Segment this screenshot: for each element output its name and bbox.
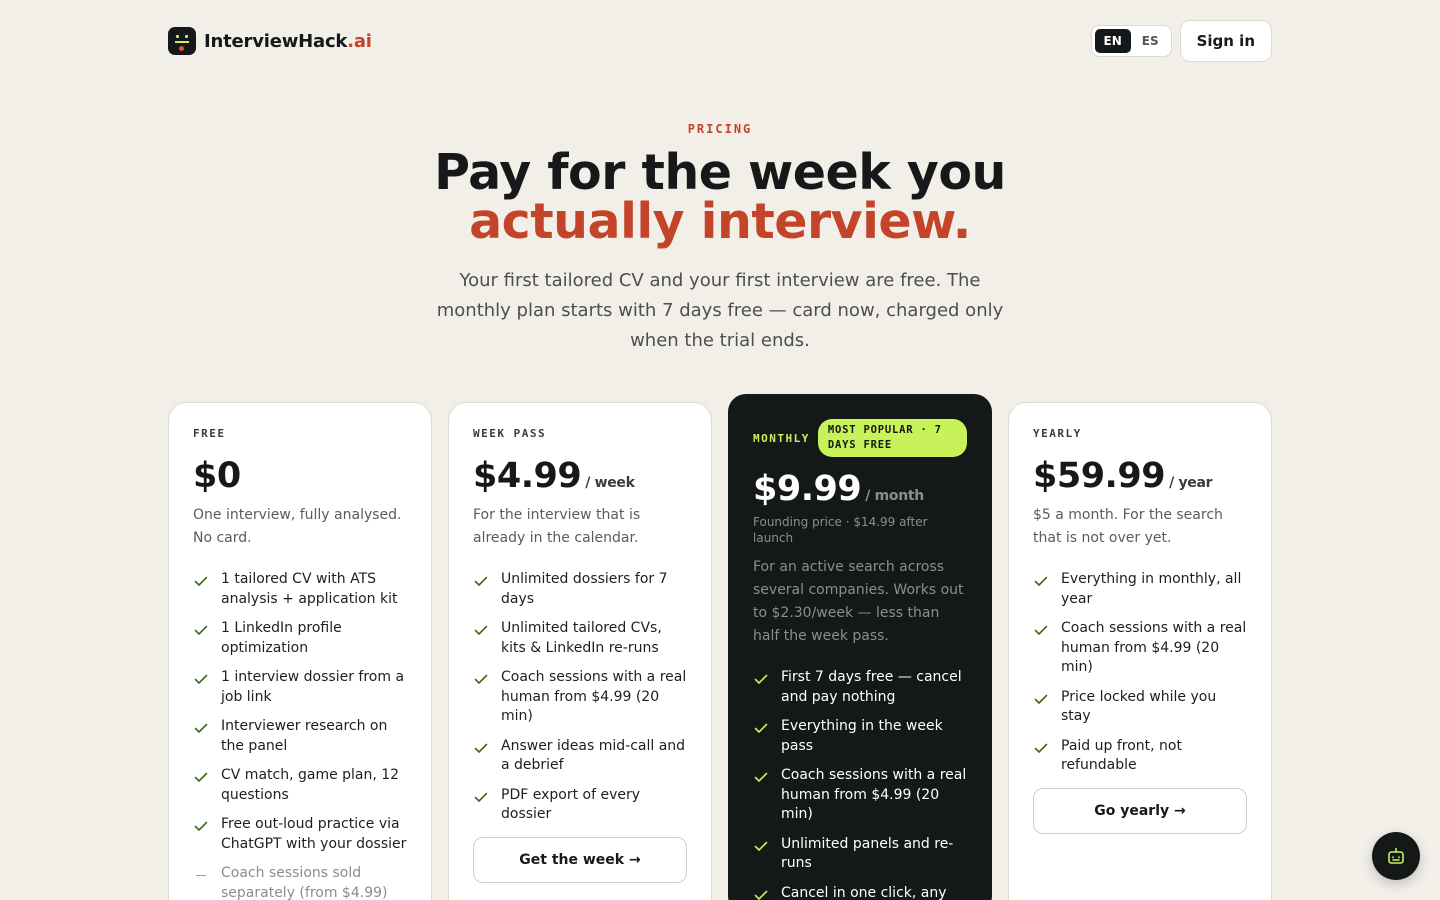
feature-item: Everything in the week pass [753, 717, 967, 756]
get-week-button[interactable]: Get the week → [473, 836, 687, 883]
feature-item: Free out-loud practice via ChatGPT with … [193, 815, 407, 854]
plan-name: YEARLY [1033, 427, 1082, 440]
check-icon [193, 818, 209, 834]
plan-description: $5 a month. For the search that is not o… [1033, 507, 1223, 546]
check-icon [1033, 573, 1049, 589]
feature-item: Coach sessions with a real human from $4… [473, 668, 687, 727]
plan-price: $0 [193, 456, 241, 496]
feature-item: PDF export of every dossier [473, 786, 687, 825]
check-icon [193, 622, 209, 638]
feature-item: Unlimited tailored CVs, kits & LinkedIn … [473, 619, 687, 658]
lang-option-en[interactable]: EN [1094, 29, 1131, 53]
check-icon [193, 720, 209, 736]
feature-item-excluded: Coach sessions sold separately (from $4.… [193, 864, 407, 900]
feature-item: Answer ideas mid-call and a debrief [473, 737, 687, 776]
check-icon [193, 671, 209, 687]
feature-item: Coach sessions with a real human from $4… [1033, 619, 1247, 678]
dash-icon [193, 867, 209, 883]
feature-item: Interviewer research on the panel [193, 717, 407, 756]
plan-card-week-pass: WEEK PASS $4.99 / week For the interview… [448, 402, 712, 900]
brand-name: InterviewHack.ai [204, 30, 372, 52]
check-icon [473, 573, 489, 589]
plan-period: / month [865, 488, 924, 504]
feature-item: 1 tailored CV with ATS analysis + applic… [193, 570, 407, 609]
lang-option-es[interactable]: ES [1133, 29, 1168, 53]
feature-item: Price locked while you stay [1033, 688, 1247, 727]
founding-price-note: Founding price · $14.99 after launch [753, 515, 928, 545]
go-yearly-button[interactable]: Go yearly → [1033, 787, 1247, 834]
section-eyebrow: PRICING [687, 122, 753, 136]
headline-line-2: actually interview. [469, 193, 971, 250]
feature-list: Unlimited dossiers for 7 days Unlimited … [473, 570, 687, 825]
check-icon [193, 769, 209, 785]
check-icon [473, 671, 489, 687]
check-icon [473, 622, 489, 638]
check-icon [473, 789, 489, 805]
feature-item: CV match, game plan, 12 questions [193, 766, 407, 805]
check-icon [753, 887, 769, 900]
check-icon [1033, 740, 1049, 756]
plan-period: / year [1169, 475, 1213, 491]
feature-item: 1 LinkedIn profile optimization [193, 619, 407, 658]
check-icon [753, 720, 769, 736]
plan-card-monthly: MONTHLY MOST POPULAR · 7 DAYS FREE $9.99… [728, 394, 992, 900]
assistant-fab[interactable] [1372, 832, 1420, 880]
most-popular-badge: MOST POPULAR · 7 DAYS FREE [817, 419, 967, 457]
plan-name: FREE [193, 427, 226, 440]
check-icon [1033, 691, 1049, 707]
check-icon [1033, 622, 1049, 638]
feature-item: Unlimited dossiers for 7 days [473, 570, 687, 609]
signin-button[interactable]: Sign in [1179, 20, 1272, 62]
plan-description: One interview, fully analysed. No card. [193, 507, 402, 546]
feature-item: Everything in monthly, all year [1033, 570, 1247, 609]
page-title: Pay for the week you actually interview. [0, 148, 1440, 246]
check-icon [753, 838, 769, 854]
logo-icon [168, 27, 196, 55]
plan-period: / week [585, 475, 635, 491]
feature-list: Everything in monthly, all year Coach se… [1033, 570, 1247, 776]
site-header: InterviewHack.ai EN ES Sign in [168, 20, 1272, 62]
bot-icon [1388, 847, 1404, 864]
language-switcher: EN ES [1090, 25, 1172, 57]
plan-name: MONTHLY [753, 431, 810, 445]
plan-description: For the interview that is already in the… [473, 507, 641, 546]
check-icon [193, 573, 209, 589]
plan-price: $9.99 [753, 469, 862, 509]
check-icon [753, 769, 769, 785]
feature-list: First 7 days free — cancel and pay nothi… [753, 668, 967, 900]
feature-item: First 7 days free — cancel and pay nothi… [753, 668, 967, 707]
brand[interactable]: InterviewHack.ai [168, 27, 372, 55]
feature-list: 1 tailored CV with ATS analysis + applic… [193, 570, 407, 900]
plan-description: For an active search across several comp… [753, 559, 964, 644]
plan-price: $59.99 [1033, 456, 1166, 496]
plan-price: $4.99 [473, 456, 582, 496]
feature-item: 1 interview dossier from a job link [193, 668, 407, 707]
plan-card-free: FREE $0 One interview, fully analysed. N… [168, 402, 432, 900]
feature-item: Cancel in one click, any [753, 884, 967, 900]
feature-item: Unlimited panels and re-runs [753, 835, 967, 874]
feature-item: Coach sessions with a real human from $4… [753, 766, 967, 825]
page-subtitle: Your first tailored CV and your first in… [436, 270, 1004, 351]
plan-card-yearly: YEARLY $59.99 / year $5 a month. For the… [1008, 402, 1272, 900]
feature-item: Paid up front, not refundable [1033, 737, 1247, 776]
check-icon [753, 671, 769, 687]
check-icon [473, 740, 489, 756]
plan-name: WEEK PASS [473, 427, 547, 440]
